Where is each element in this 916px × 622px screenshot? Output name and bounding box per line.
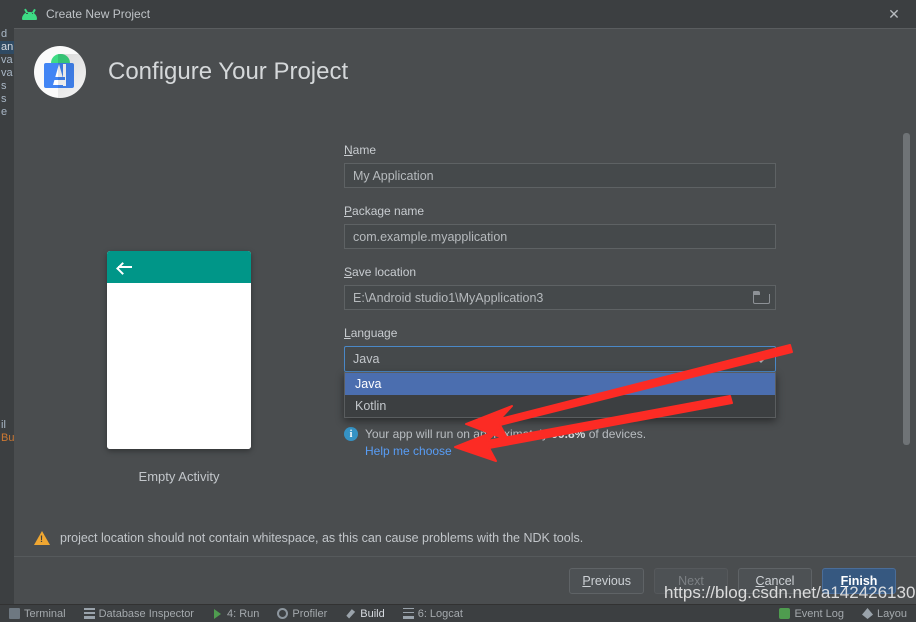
language-selected-value: Java (353, 352, 380, 366)
close-icon[interactable]: ✕ (872, 0, 916, 28)
ide-fragment: va (1, 67, 13, 79)
field-save-location: Save location E:\Android studio1\MyAppli… (344, 265, 876, 310)
language-label-rest: anguage (350, 326, 398, 340)
wizard-content: Empty Activity Name My Application Packa… (14, 115, 916, 556)
layout-icon (862, 608, 874, 619)
previous-rest: revious (590, 573, 631, 588)
ide-fragment: Bu (1, 432, 14, 444)
help-me-choose-link[interactable]: Help me choose (365, 444, 876, 458)
save-location-value: E:\Android studio1\MyApplication3 (353, 290, 544, 305)
ide-fragment: il (1, 419, 6, 431)
dialog-title: Create New Project (46, 7, 151, 21)
field-language: Language Java Java Kotlin (344, 326, 876, 418)
field-name: Name My Application (344, 143, 876, 188)
watermark-url: https://blog.csdn.net/a1424261303 (664, 583, 916, 602)
chevron-down-icon[interactable] (756, 358, 766, 363)
android-robot-icon (22, 8, 37, 20)
dialog-title-bar: Create New Project ✕ (14, 0, 916, 28)
save-location-input[interactable]: E:\Android studio1\MyApplication3 (344, 285, 776, 310)
language-combobox[interactable]: Java (344, 346, 776, 372)
info-percent: 99.8% (551, 427, 586, 441)
statusbar-terminal[interactable]: Terminal (0, 608, 75, 620)
name-label: Name (344, 143, 876, 157)
language-label-mnemonic: L (344, 326, 351, 340)
statusbar-label: 6: Logcat (417, 607, 463, 620)
device-coverage-info: i Your app will run on approximately 99.… (344, 426, 876, 443)
statusbar-logcat[interactable]: 6: Logcat (394, 608, 472, 620)
name-input[interactable]: My Application (344, 163, 776, 188)
ide-fragment: s (1, 93, 7, 105)
statusbar-profiler[interactable]: Profiler (268, 608, 336, 620)
package-name-input[interactable]: com.example.myapplication (344, 224, 776, 249)
statusbar-label: Layou (877, 607, 907, 620)
device-coverage-text: Your app will run on approximately 99.8%… (365, 426, 646, 443)
page-title: Configure Your Project (108, 58, 349, 85)
language-dropdown-list[interactable]: Java Kotlin (344, 372, 776, 418)
screen-root: d an va va s s e il Bu Terminal Database… (0, 0, 916, 622)
statusbar-event-log[interactable]: Event Log (770, 608, 853, 620)
profiler-icon (277, 608, 289, 619)
field-package-name: Package name com.example.myapplication (344, 204, 876, 249)
wizard-header: Configure Your Project (14, 29, 916, 115)
logcat-icon (402, 608, 414, 619)
info-text-after: of devices. (585, 427, 647, 441)
ide-fragment: an (0, 41, 14, 54)
name-label-mnemonic: N (344, 143, 353, 157)
template-preview: Empty Activity (14, 115, 344, 556)
back-arrow-icon (117, 260, 133, 274)
create-new-project-dialog: Create New Project ✕ Configure Your Proj… (14, 0, 916, 604)
statusbar-label: Terminal (24, 607, 66, 620)
statusbar-label: Build (360, 607, 385, 620)
ide-fragment: d (1, 28, 8, 40)
phone-appbar (107, 251, 251, 283)
package-name-label-mnemonic: P (344, 204, 353, 218)
template-name-label: Empty Activity (138, 469, 220, 484)
package-name-label-rest: ackage name (352, 204, 425, 218)
name-label-rest: ame (352, 143, 377, 157)
phone-content-area (107, 283, 251, 449)
info-icon: i (344, 427, 358, 441)
statusbar-label: Event Log (794, 607, 845, 620)
previous-mnemonic: P (582, 573, 591, 588)
phone-mockup (107, 251, 251, 449)
info-text-before: Your app will run on approximately (365, 427, 552, 441)
previous-button[interactable]: Previous (569, 567, 644, 594)
statusbar-run[interactable]: 4: Run (203, 608, 268, 620)
ide-status-bar: Terminal Database Inspector 4: Run Profi… (0, 604, 916, 622)
project-form: Name My Application Package name com.exa… (344, 115, 916, 556)
run-icon (212, 608, 223, 619)
save-location-label-mnemonic: S (344, 265, 353, 279)
ide-fragment: va (1, 54, 13, 66)
database-icon (83, 608, 95, 619)
android-studio-logo-icon (34, 46, 86, 98)
vertical-scrollbar[interactable] (903, 133, 910, 445)
warning-text: project location should not contain whit… (60, 531, 584, 545)
statusbar-label: 4: Run (226, 607, 260, 620)
folder-icon[interactable] (753, 291, 770, 304)
dialog-body: Configure Your Project Empty Activity Na… (14, 28, 916, 604)
validation-warning: project location should not contain whit… (34, 520, 583, 556)
terminal-icon (9, 608, 20, 619)
statusbar-layout[interactable]: Layou (853, 608, 916, 620)
warning-triangle-icon (34, 531, 50, 545)
build-icon (346, 609, 356, 619)
statusbar-build[interactable]: Build (336, 608, 393, 620)
save-location-label: Save location (344, 265, 876, 279)
ide-left-edge-fragments: d an va va s s e il Bu (0, 28, 14, 604)
language-label: Language (344, 326, 876, 340)
statusbar-label: Database Inspector (98, 607, 194, 620)
save-location-label-rest: ave location (352, 265, 417, 279)
language-option-java[interactable]: Java (345, 373, 775, 395)
ide-fragment: e (1, 106, 8, 118)
package-name-label: Package name (344, 204, 876, 218)
language-option-kotlin[interactable]: Kotlin (345, 395, 775, 417)
event-log-icon (779, 608, 791, 619)
statusbar-label: Profiler (292, 607, 328, 620)
ide-fragment: s (1, 80, 7, 92)
statusbar-database-inspector[interactable]: Database Inspector (75, 608, 203, 620)
